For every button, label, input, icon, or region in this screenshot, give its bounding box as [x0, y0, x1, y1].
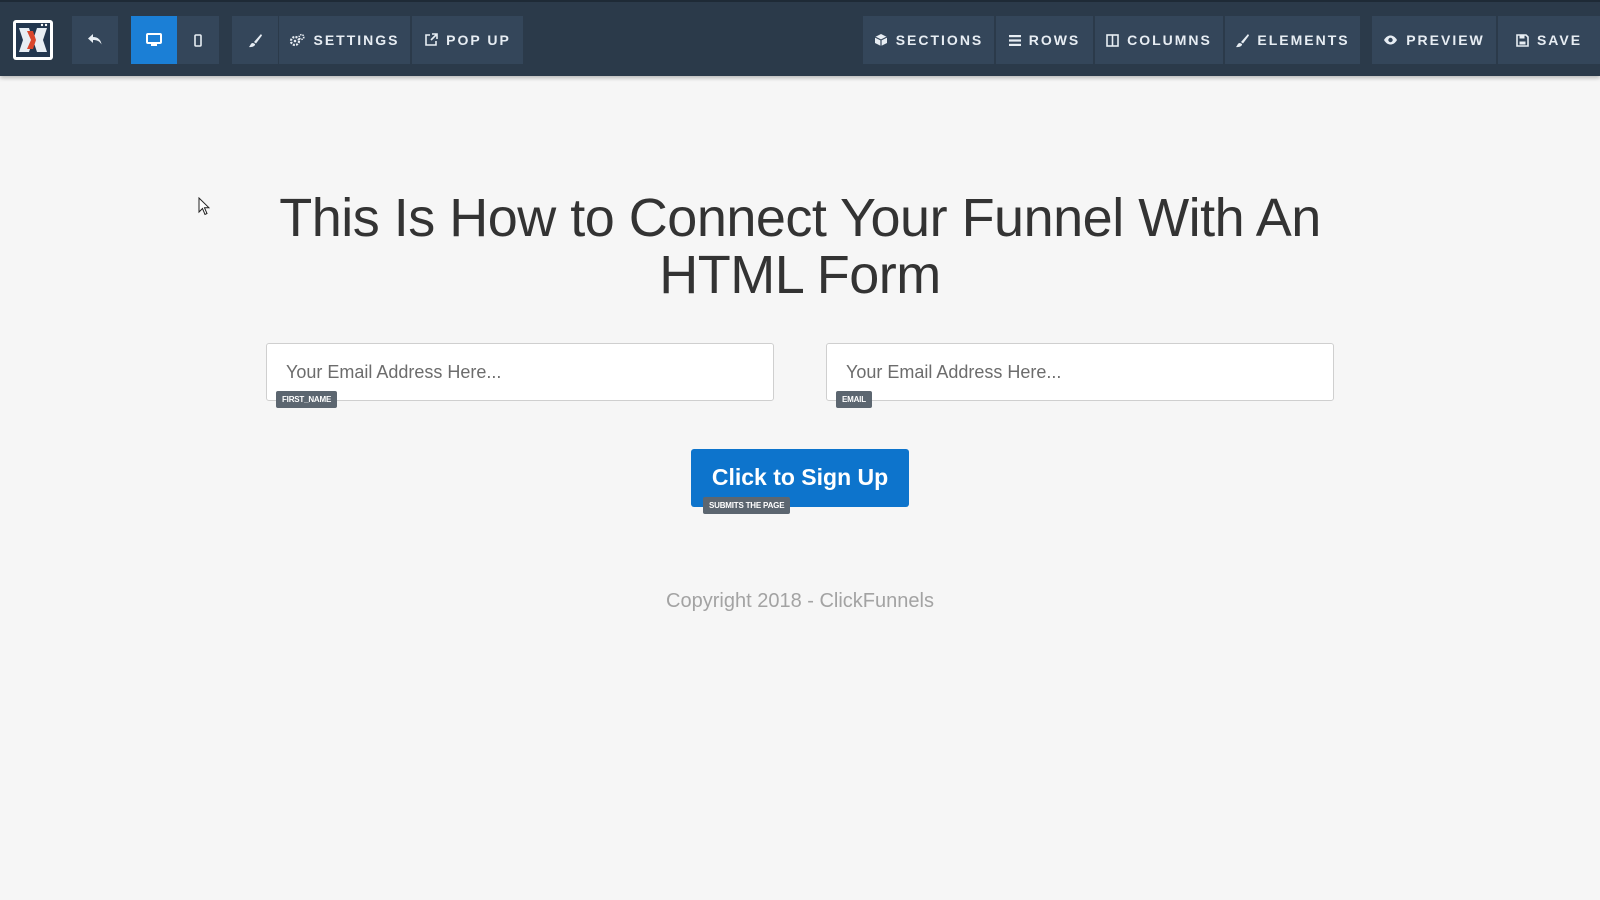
- first-name-field-container: FIRST_NAME: [266, 343, 774, 408]
- clickfunnels-logo-icon[interactable]: [12, 19, 54, 61]
- undo-button[interactable]: [72, 16, 118, 64]
- rows-button[interactable]: ROWS: [996, 16, 1093, 64]
- preview-label: PREVIEW: [1406, 32, 1485, 48]
- headline-line-2: HTML Form: [659, 245, 941, 305]
- undo-icon: [87, 33, 103, 47]
- style-button[interactable]: [232, 16, 278, 64]
- rows-label: ROWS: [1028, 32, 1081, 48]
- columns-label: COLUMNS: [1127, 32, 1212, 48]
- paintbrush-icon: [248, 33, 262, 48]
- bars-icon: [1008, 34, 1021, 46]
- columns-button[interactable]: COLUMNS: [1095, 16, 1223, 64]
- email-input[interactable]: [826, 343, 1334, 401]
- first-name-field-tag: FIRST_NAME: [276, 391, 338, 408]
- elements-label: ELEMENTS: [1257, 32, 1350, 48]
- desktop-view-button[interactable]: [131, 16, 177, 64]
- cube-icon: [874, 33, 888, 47]
- page-headline[interactable]: This Is How to Connect Your Funnel With …: [240, 190, 1360, 304]
- email-field-container: EMAIL: [826, 343, 1334, 408]
- elements-button[interactable]: ELEMENTS: [1225, 16, 1360, 64]
- headline-line-1: This Is How to Connect Your Funnel With …: [279, 188, 1321, 248]
- sections-button[interactable]: SECTIONS: [863, 16, 994, 64]
- preview-button[interactable]: PREVIEW: [1372, 16, 1496, 64]
- floppy-icon: [1516, 33, 1529, 47]
- gears-icon: [289, 33, 306, 47]
- settings-button[interactable]: SETTINGS: [279, 16, 410, 64]
- mobile-icon: [194, 33, 202, 47]
- first-name-input[interactable]: [266, 343, 774, 401]
- copyright-text: Copyright 2018 - ClickFunnels: [666, 590, 934, 612]
- columns-icon: [1106, 33, 1119, 47]
- sections-label: SECTIONS: [895, 32, 984, 48]
- save-button[interactable]: SAVE: [1498, 16, 1600, 64]
- email-field-tag: EMAIL: [836, 391, 872, 408]
- eye-icon: [1383, 35, 1398, 45]
- settings-label: SETTINGS: [313, 32, 400, 48]
- popup-label: POP UP: [446, 32, 511, 48]
- submits-the-page-tag: SUBMITS THE PAGE: [703, 497, 791, 514]
- save-label: SAVE: [1536, 32, 1583, 48]
- mobile-view-button[interactable]: [177, 16, 219, 64]
- external-link-icon: [424, 33, 438, 47]
- rocket-icon: [1235, 33, 1250, 48]
- editor-toolbar: SETTINGS POP UP SECTIONS ROWS COLUMNS EL…: [0, 0, 1600, 76]
- mouse-cursor-icon: [198, 196, 211, 221]
- popup-button[interactable]: POP UP: [412, 16, 523, 64]
- desktop-icon: [146, 33, 162, 47]
